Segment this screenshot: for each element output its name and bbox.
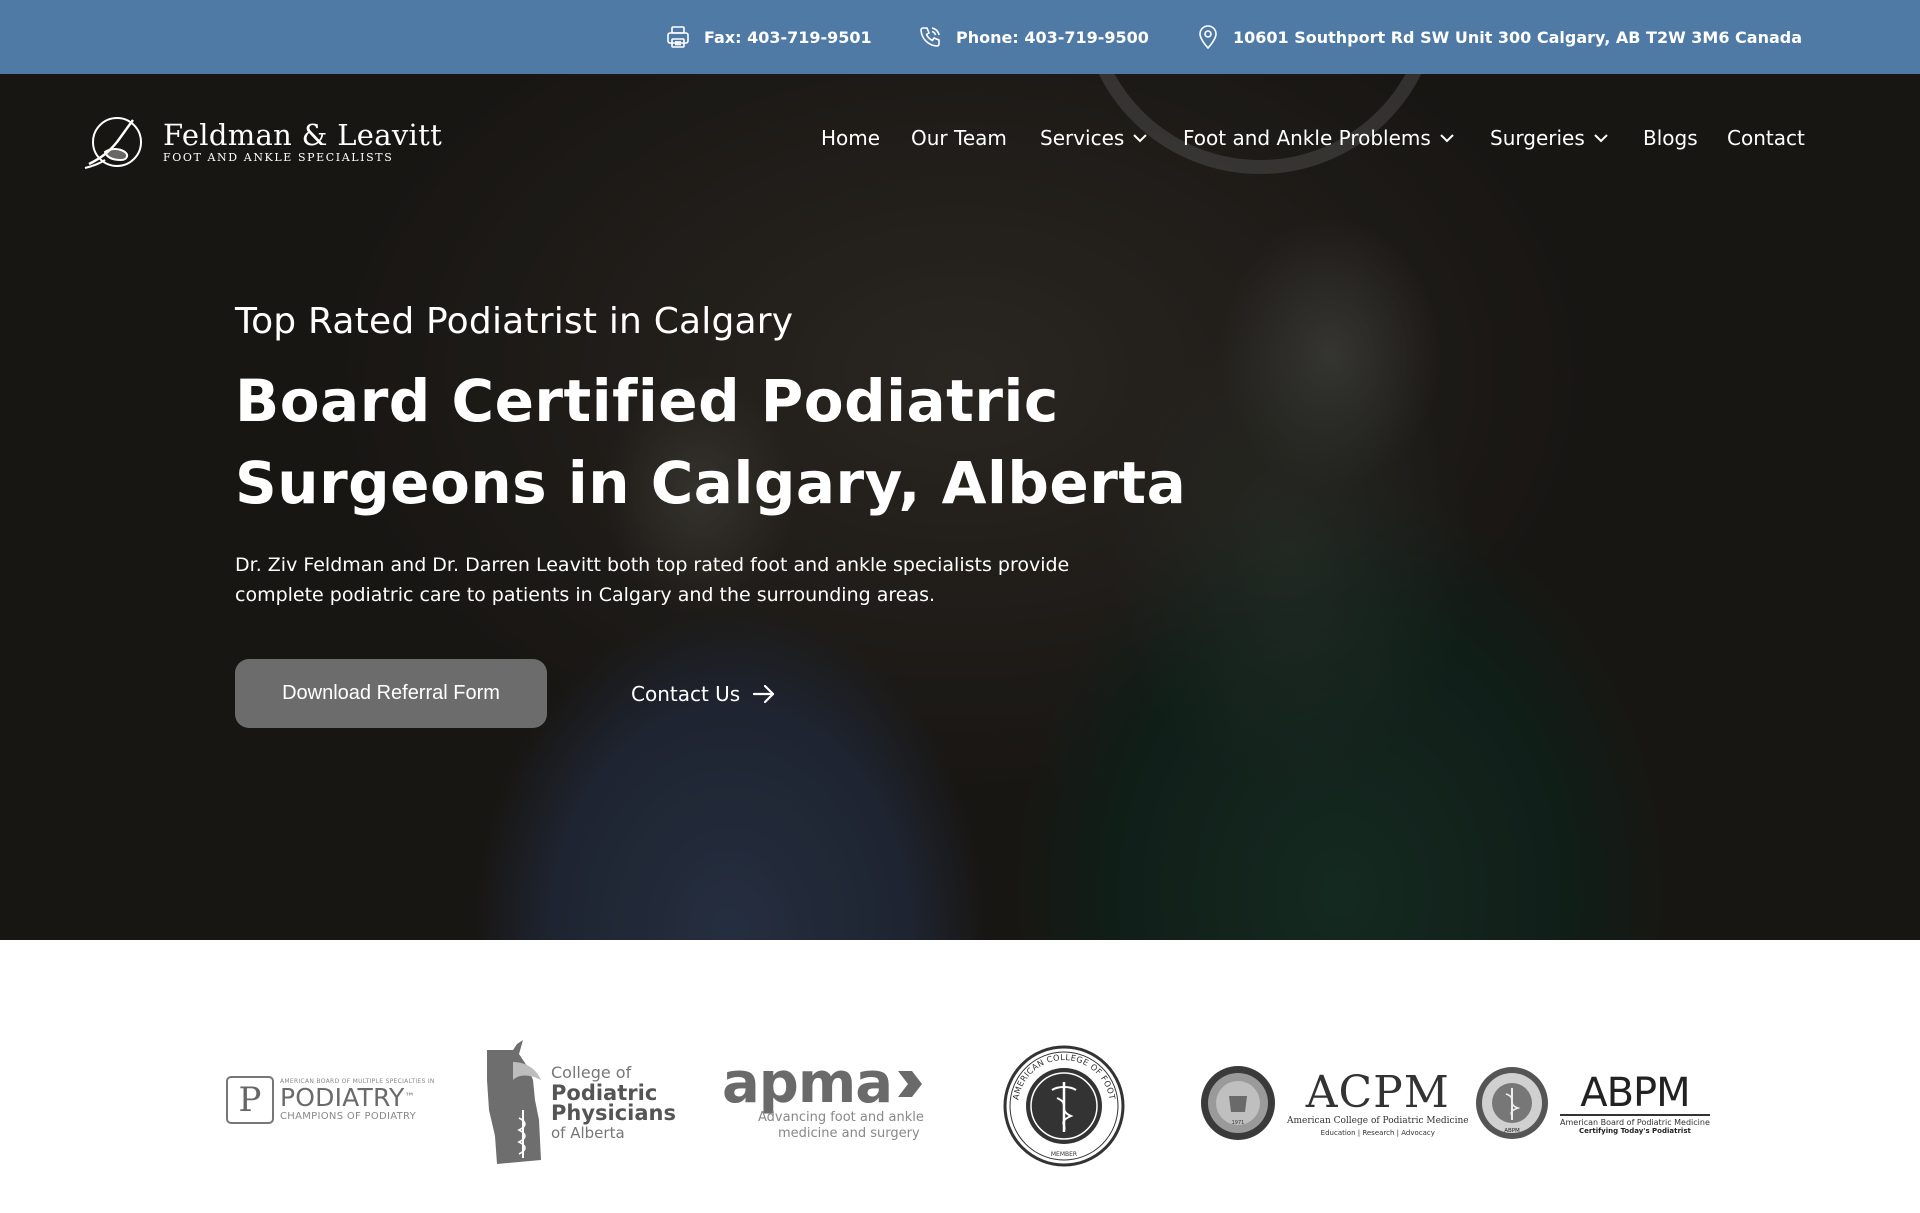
nav-services-label: Services xyxy=(1040,126,1125,150)
acpm-abbr: ACPM xyxy=(1305,1066,1450,1118)
apma-tag-line2: medicine and surgery xyxy=(778,1126,920,1141)
nav-blogs[interactable]: Blogs xyxy=(1643,126,1698,150)
phone-info[interactable]: Phone: 403-719-9500 xyxy=(918,0,1149,74)
abpm-full: American Board of Podiatric Medicine xyxy=(1560,1113,1710,1127)
acpm-tag: Education | Research | Advocacy xyxy=(1320,1128,1435,1137)
logo-subtitle: FOOT AND ANKLE SPECIALISTS xyxy=(163,151,394,164)
cpp-line3: Physicians xyxy=(551,1101,676,1125)
apma-tag-line1: Advancing foot and ankle xyxy=(758,1110,924,1125)
contact-bar: Fax: 403-719-9501 Phone: 403-719-9500 10… xyxy=(0,0,1920,74)
nav-our-team[interactable]: Our Team xyxy=(911,126,1007,150)
nav-foot-ankle-problems[interactable]: Foot and Ankle Problems xyxy=(1183,126,1454,150)
acfas-member-text: MEMBER xyxy=(1051,1151,1077,1158)
nav-foot-ankle-label: Foot and Ankle Problems xyxy=(1183,126,1431,150)
hero-description: Dr. Ziv Feldman and Dr. Darren Leavitt b… xyxy=(235,550,1135,610)
alberta-map-caduceus-icon xyxy=(487,1040,541,1164)
abpm-logo[interactable]: ABPM ABPM American Board of Podiatric Me… xyxy=(1474,1064,1710,1142)
acfas-seal-icon: AMERICAN COLLEGE OF FOOT AND ANKLE SURGE… xyxy=(1002,1044,1125,1167)
acpm-full: American College of Podiatric Medicine xyxy=(1287,1115,1469,1126)
download-referral-button[interactable]: Download Referral Form xyxy=(235,659,547,728)
fax-icon xyxy=(667,26,689,48)
acpm-seal-icon: 1971 xyxy=(1201,1066,1275,1140)
podiatry-tm: ™ xyxy=(404,1092,415,1103)
contact-us-link[interactable]: Contact Us xyxy=(631,677,776,711)
nav-contact-label: Contact xyxy=(1727,126,1805,150)
nav-services[interactable]: Services xyxy=(1040,126,1148,150)
acfas-member-seal[interactable]: AMERICAN COLLEGE OF FOOT AND ANKLE SURGE… xyxy=(1002,1044,1126,1168)
cpp-line4: of Alberta xyxy=(551,1124,625,1142)
apma-word: apma xyxy=(722,1051,893,1116)
hero-description-line2: complete podiatric care to patients in C… xyxy=(235,584,936,606)
fax-info[interactable]: Fax: 403-719-9501 xyxy=(666,0,872,74)
abpm-seal-text: ABPM xyxy=(1504,1128,1520,1134)
hero-headline: Board Certified Podiatric Surgeons in Ca… xyxy=(235,360,1235,524)
podiatry-p-mark: P xyxy=(226,1076,274,1124)
nav-contact[interactable]: Contact xyxy=(1727,126,1805,150)
nav-surgeries[interactable]: Surgeries xyxy=(1490,126,1608,150)
address-text: 10601 Southport Rd SW Unit 300 Calgary, … xyxy=(1233,27,1803,47)
hero-description-line1: Dr. Ziv Feldman and Dr. Darren Leavitt b… xyxy=(235,554,1070,576)
phone-text: Phone: 403-719-9500 xyxy=(956,27,1149,47)
acpm-seal-year: 1971 xyxy=(1232,1120,1245,1126)
site-logo[interactable]: Feldman & Leavitt FOOT AND ANKLE SPECIAL… xyxy=(83,112,442,172)
acpm-logo[interactable]: 1971 ACPM American College of Podiatric … xyxy=(1199,1064,1469,1142)
address-info[interactable]: 10601 Southport Rd SW Unit 300 Calgary, … xyxy=(1197,0,1802,74)
arrow-right-icon xyxy=(753,684,775,704)
contact-us-label: Contact Us xyxy=(631,682,741,706)
logo-name: Feldman & Leavitt xyxy=(163,118,443,152)
chevron-down-icon xyxy=(1594,133,1608,142)
nav-home[interactable]: Home xyxy=(821,126,880,150)
foot-logo-icon xyxy=(84,117,142,169)
hero-headline-line2: Surgeons in Calgary, Alberta xyxy=(235,449,1187,517)
affiliations-strip: P AMERICAN BOARD OF MULTIPLE SPECIALTIES… xyxy=(0,940,1920,1213)
apma-logo[interactable]: apma Advancing foot and ankle medicine a… xyxy=(722,1051,924,1142)
chevron-down-icon xyxy=(1133,133,1148,142)
chevron-down-icon xyxy=(1440,133,1454,142)
nav-surgeries-label: Surgeries xyxy=(1490,126,1585,150)
abpm-abbr: ABPM xyxy=(1580,1069,1690,1116)
hero-headline-line1: Board Certified Podiatric xyxy=(235,367,1059,435)
podiatry-main: PODIATRY xyxy=(280,1083,405,1112)
cpp-line2: Podiatric xyxy=(551,1081,658,1105)
podiatry-bottom: CHAMPIONS OF PODIATRY xyxy=(280,1111,417,1122)
apma-chevron-icon xyxy=(898,1071,923,1097)
map-pin-icon xyxy=(1199,25,1217,49)
abpm-tag: Certifying Today's Podiatrist xyxy=(1579,1126,1691,1135)
abmsp-podiatry-logo[interactable]: P AMERICAN BOARD OF MULTIPLE SPECIALTIES… xyxy=(226,1076,435,1124)
phone-icon xyxy=(920,27,940,47)
nav-blogs-label: Blogs xyxy=(1643,126,1698,150)
cpp-alberta-logo[interactable]: College of Podiatric Physicians of Alber… xyxy=(483,1040,676,1166)
nav-our-team-label: Our Team xyxy=(911,126,1007,150)
abpm-seal-icon: ABPM xyxy=(1476,1067,1548,1139)
fax-text: Fax: 403-719-9501 xyxy=(704,27,872,47)
hero-eyebrow: Top Rated Podiatrist in Calgary xyxy=(235,301,794,342)
cpp-line1: College of xyxy=(551,1063,632,1082)
nav-home-label: Home xyxy=(821,126,881,150)
